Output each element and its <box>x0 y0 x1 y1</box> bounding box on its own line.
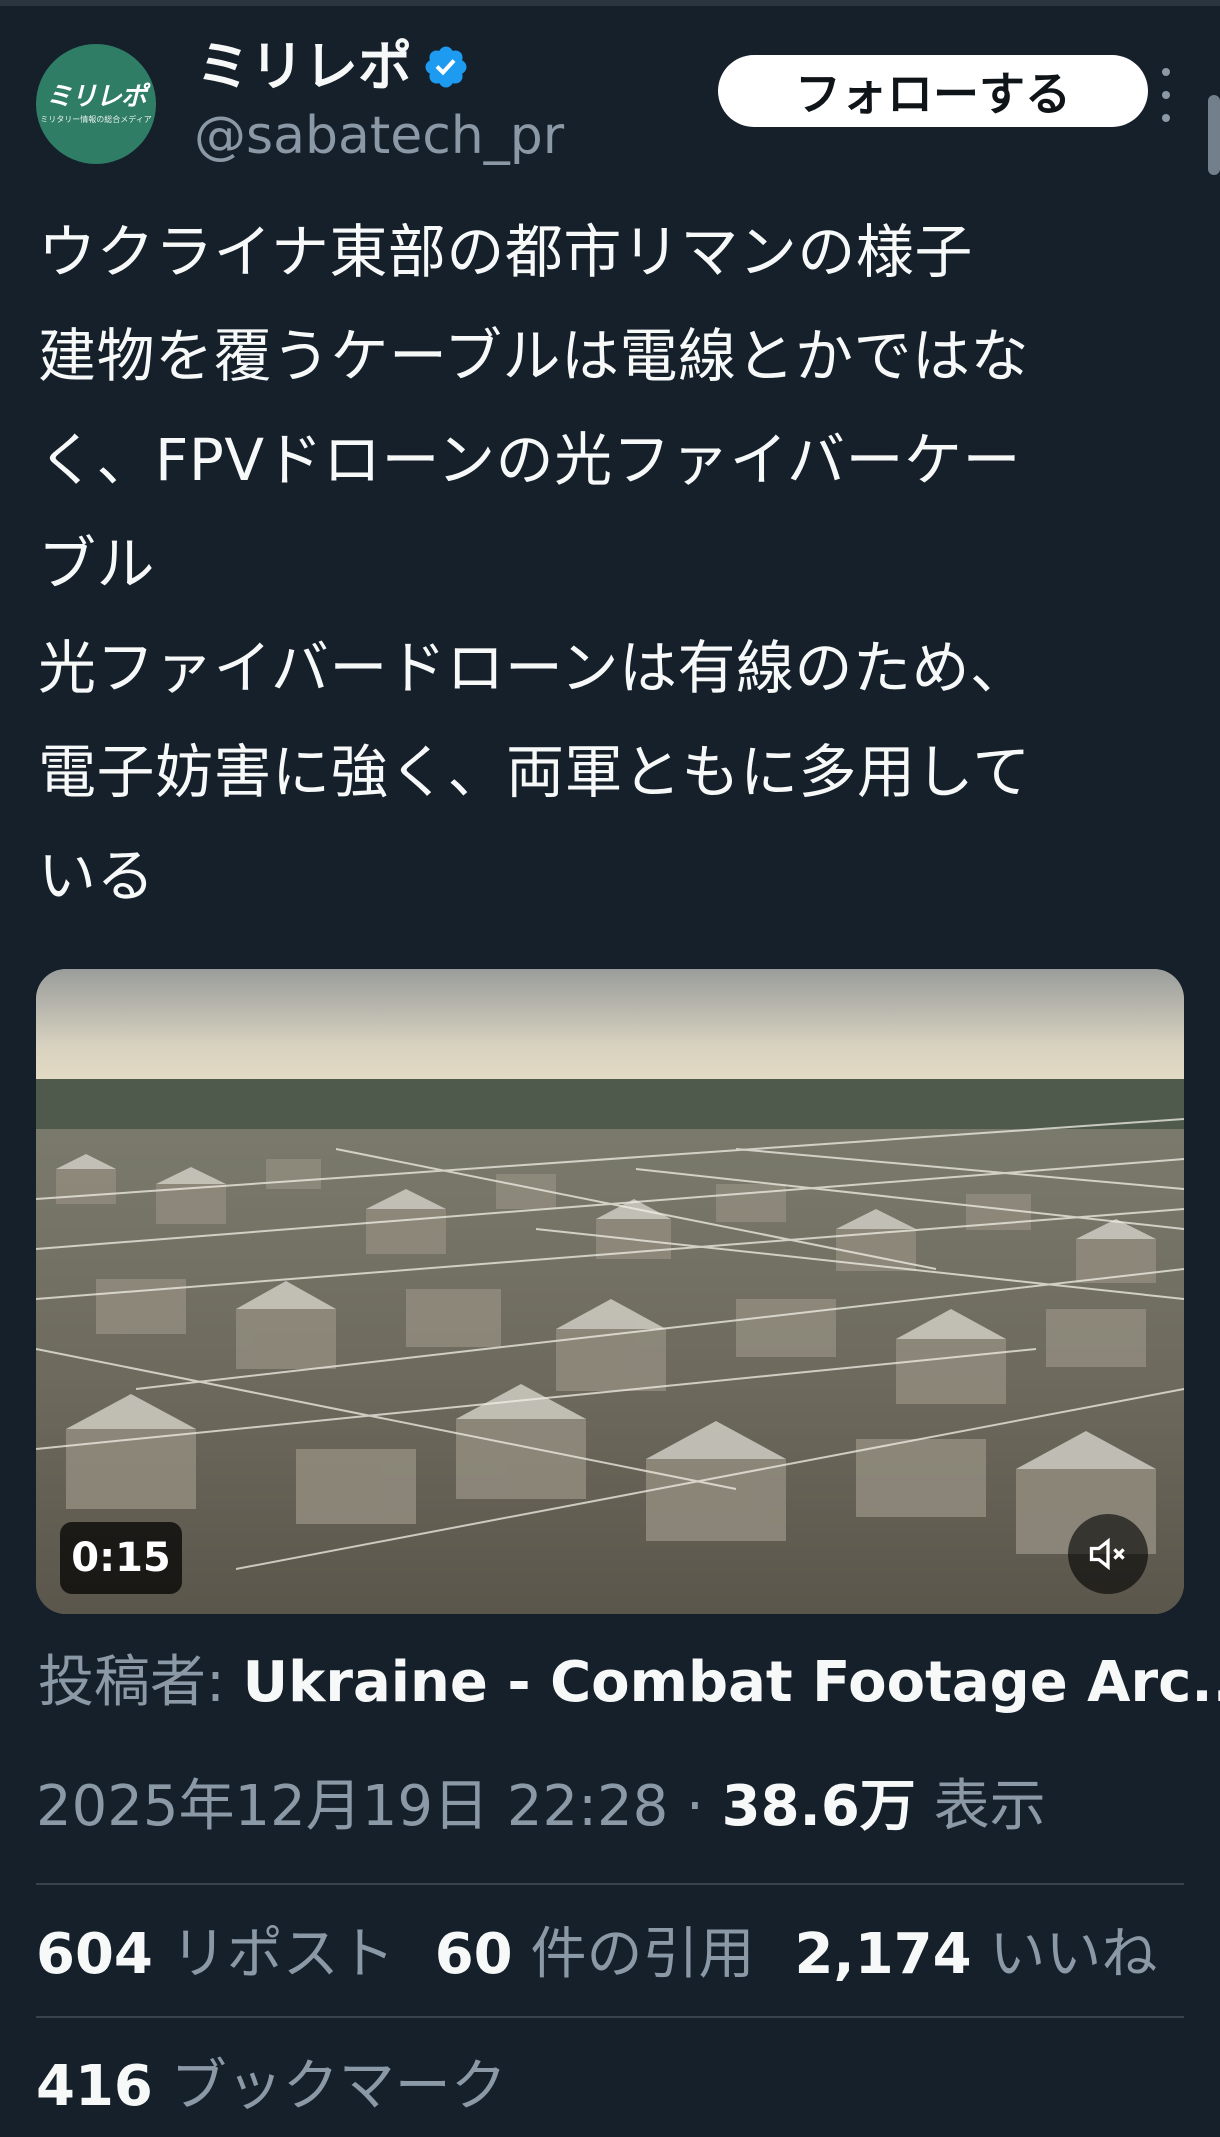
source-name[interactable]: Ukraine - Combat Footage Arc... <box>243 1650 1220 1715</box>
views-label: 表示 <box>915 1774 1046 1839</box>
name-row: ミリレポ <box>196 38 470 96</box>
likes-count: 2,174 <box>794 1922 972 1987</box>
tweet-meta: 2025年12月19日 22:28 · 38.6万 表示 <box>36 1772 1046 1842</box>
engagement-stats: 604 リポスト 60 件の引用 2,174 いいね <box>36 1920 1157 1990</box>
quotes-label: 件の引用 <box>512 1922 755 1987</box>
bookmarks-label: ブックマーク <box>152 2054 507 2119</box>
tweet-datetime[interactable]: 2025年12月19日 22:28 <box>36 1774 668 1839</box>
likes-stat[interactable]: 2,174 いいね <box>794 1920 1157 1990</box>
verified-badge-icon[interactable] <box>422 43 470 91</box>
divider <box>36 2016 1184 2018</box>
follow-button[interactable]: フォローする <box>718 55 1148 127</box>
avatar-logo: ミリレポ <box>45 81 147 112</box>
video-thumbnail <box>36 969 1184 1614</box>
video-source[interactable]: 投稿者: Ukraine - Combat Footage Arc... <box>38 1648 1220 1718</box>
top-divider <box>0 0 1220 6</box>
tweet-header: ミリレポ ミリタリー情報の総合メディア ミリレポ @sabatech_pr フォ… <box>36 38 1186 168</box>
meta-separator: · <box>668 1774 722 1839</box>
bookmarks-count: 416 <box>36 2054 153 2119</box>
avatar-tagline: ミリタリー情報の総合メディア <box>40 114 152 124</box>
scrollbar[interactable] <box>1208 95 1220 175</box>
divider <box>36 1883 1184 1885</box>
avatar[interactable]: ミリレポ ミリタリー情報の総合メディア <box>36 44 156 164</box>
video-player[interactable]: 0:15 <box>36 969 1184 1614</box>
quotes-stat[interactable]: 60 件の引用 <box>435 1920 755 1990</box>
speaker-muted-icon[interactable] <box>1068 1514 1148 1594</box>
reposts-stat[interactable]: 604 リポスト <box>36 1920 395 1990</box>
video-duration: 0:15 <box>60 1522 182 1594</box>
reposts-label: リポスト <box>152 1922 395 1987</box>
tweet-text: ウクライナ東部の都市リマンの様子 建物を覆うケーブルは電線とかではな く、FPV… <box>38 218 1031 910</box>
reposts-count: 604 <box>36 1922 153 1987</box>
source-label: 投稿者: <box>38 1650 243 1715</box>
account-handle[interactable]: @sabatech_pr <box>194 106 564 166</box>
quotes-count: 60 <box>434 1922 513 1987</box>
views-count: 38.6万 <box>721 1774 916 1839</box>
likes-label: いいね <box>971 1922 1158 1987</box>
bookmarks-stat[interactable]: 416 ブックマーク <box>36 2052 507 2122</box>
more-options-icon[interactable] <box>1146 68 1186 122</box>
display-name[interactable]: ミリレポ <box>196 38 412 96</box>
